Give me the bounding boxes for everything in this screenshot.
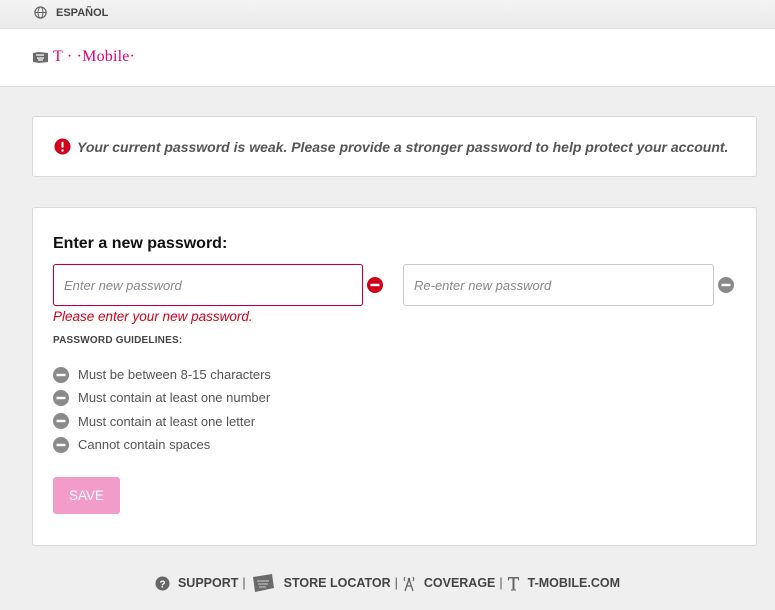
guideline-item: Must be between 8-15 characters [53,363,271,386]
new-password-input[interactable] [53,264,363,306]
store-locator-label: STORE LOCATOR [283,576,391,590]
tmobile-logo[interactable]: T · ·Mobile· [32,48,135,66]
neutral-status-icon [53,366,69,383]
tmobile-com-label: T-MOBILE.COM [527,576,621,590]
footer-separator: | [242,576,246,590]
guideline-text: Must contain at least one letter [78,413,256,429]
guidelines-list: Must be between 8-15 characters Must con… [53,363,271,456]
neutral-status-icon [53,436,69,453]
guideline-item: Cannot contain spaces [53,433,271,456]
form-heading: Enter a new password: [53,235,228,252]
tower-icon [403,576,415,591]
guideline-text: Must contain at least one number [78,390,271,406]
help-icon: ? [155,575,170,591]
store-locator-link[interactable]: STORE LOCATOR [250,571,391,595]
svg-text:?: ? [159,579,165,590]
error-icon [54,138,71,155]
language-toggle[interactable]: ESPAÑOL [34,6,108,19]
footer-separator: | [499,576,503,590]
site-header: T · ·Mobile· [0,29,775,87]
tmobile-t-icon [507,576,519,590]
tmobile-com-link[interactable]: T-MOBILE.COM [507,576,620,591]
alert-message: Your current password is weak. Please pr… [77,138,729,155]
language-label: ESPAÑOL [56,6,109,19]
guideline-text: Cannot contain spaces [78,437,211,453]
footer-separator: | [394,576,398,590]
coverage-label: COVERAGE [423,576,496,590]
save-button[interactable]: SAVE [53,477,120,514]
coverage-link[interactable]: COVERAGE [402,575,496,592]
password-form-card: Enter a new password: Please enter your … [32,207,757,546]
guideline-item: Must contain at least one letter [53,410,271,433]
guideline-item: Must contain at least one number [53,386,271,409]
globe-icon [34,6,47,19]
footer-links: ? SUPPORT | STORE LOCATOR | COVERAGE | T… [0,571,775,595]
logo-text: T · ·Mobile· [53,48,136,65]
top-bar: ESPAÑOL [0,0,775,29]
support-link[interactable]: ? SUPPORT [155,575,239,591]
neutral-status-icon [53,389,69,406]
weak-password-alert: Your current password is weak. Please pr… [32,116,757,177]
confirm-password-input[interactable] [403,264,714,306]
guideline-text: Must be between 8-15 characters [78,367,271,383]
guidelines-title: PASSWORD GUIDELINES: [53,335,183,346]
neutral-status-icon [53,413,69,430]
password-error-message: Please enter your new password. [53,309,253,324]
store-icon [252,574,274,592]
neutral-status-icon [718,277,734,293]
support-label: SUPPORT [177,576,239,590]
invalid-status-icon [367,277,383,293]
magenta-logo-icon [33,51,48,63]
